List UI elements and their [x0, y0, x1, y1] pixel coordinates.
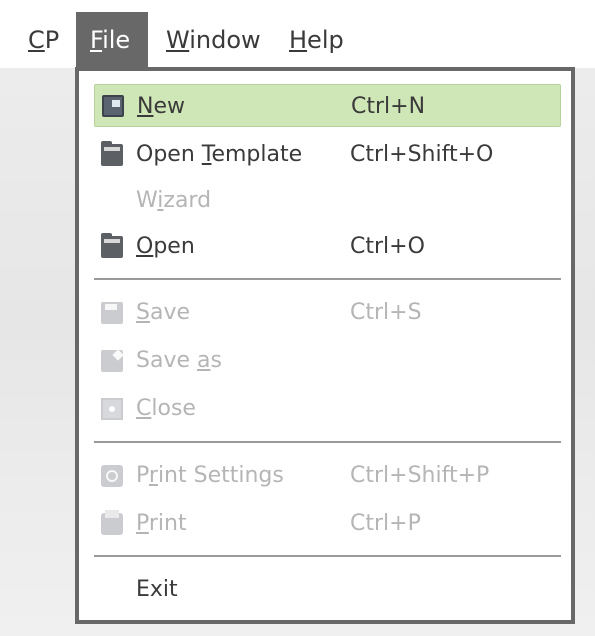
menu-item-label: Save: [136, 300, 191, 325]
menu-item-shortcut: Ctrl+O: [350, 234, 425, 259]
menu-item-label: Open Template: [136, 142, 303, 167]
menu-item-label: Print: [136, 511, 187, 536]
save-as-icon: [101, 349, 123, 372]
menu-item-close[interactable]: Close: [94, 387, 561, 430]
menu-bar: CP File Window Help: [0, 12, 595, 68]
menu-item-shortcut: Ctrl+S: [350, 300, 422, 325]
menu-item-open-template[interactable]: Open Template Ctrl+Shift+O: [94, 133, 561, 176]
menu-item-label: Wizard: [136, 188, 212, 213]
printer-icon: [101, 509, 123, 535]
menu-file[interactable]: File: [76, 12, 148, 68]
menu-item-print[interactable]: Print Ctrl+P: [94, 502, 561, 545]
new-document-icon: [102, 94, 124, 117]
menu-item-shortcut: Ctrl+Shift+O: [350, 142, 494, 167]
menu-item-label: Print Settings: [136, 463, 284, 488]
menu-item-label: Open: [136, 234, 195, 259]
open-template-icon: [101, 140, 123, 166]
menu-item-exit[interactable]: Exit: [94, 568, 561, 611]
save-icon: [101, 301, 123, 324]
menu-separator: [94, 555, 561, 557]
menu-item-print-settings[interactable]: Print Settings Ctrl+Shift+P: [94, 454, 561, 497]
file-menu-dropdown: New Ctrl+N Open Template Ctrl+Shift+O Wi…: [75, 67, 575, 624]
menu-item-save-as[interactable]: Save as: [94, 339, 561, 382]
menu-item-open[interactable]: Open Ctrl+O: [94, 225, 561, 268]
print-settings-icon: [101, 464, 123, 487]
menu-help[interactable]: Help: [289, 12, 344, 68]
menu-item-label: New: [137, 94, 185, 119]
close-document-icon: [101, 397, 123, 420]
open-folder-icon: [101, 232, 123, 258]
menu-item-shortcut: Ctrl+N: [351, 94, 426, 119]
menu-item-wizard[interactable]: Wizard: [94, 179, 561, 222]
menu-item-shortcut: Ctrl+Shift+P: [350, 463, 490, 488]
menu-item-label: Save as: [136, 348, 222, 373]
menu-item-label: Exit: [136, 577, 178, 602]
menu-item-label: Close: [136, 396, 196, 421]
menu-separator: [94, 278, 561, 280]
menu-item-new[interactable]: New Ctrl+N: [94, 84, 561, 127]
menu-cp[interactable]: CP: [28, 12, 59, 68]
menu-item-shortcut: Ctrl+P: [350, 511, 421, 536]
menu-separator: [94, 441, 561, 443]
menu-window[interactable]: Window: [166, 12, 261, 68]
menu-item-save[interactable]: Save Ctrl+S: [94, 291, 561, 334]
